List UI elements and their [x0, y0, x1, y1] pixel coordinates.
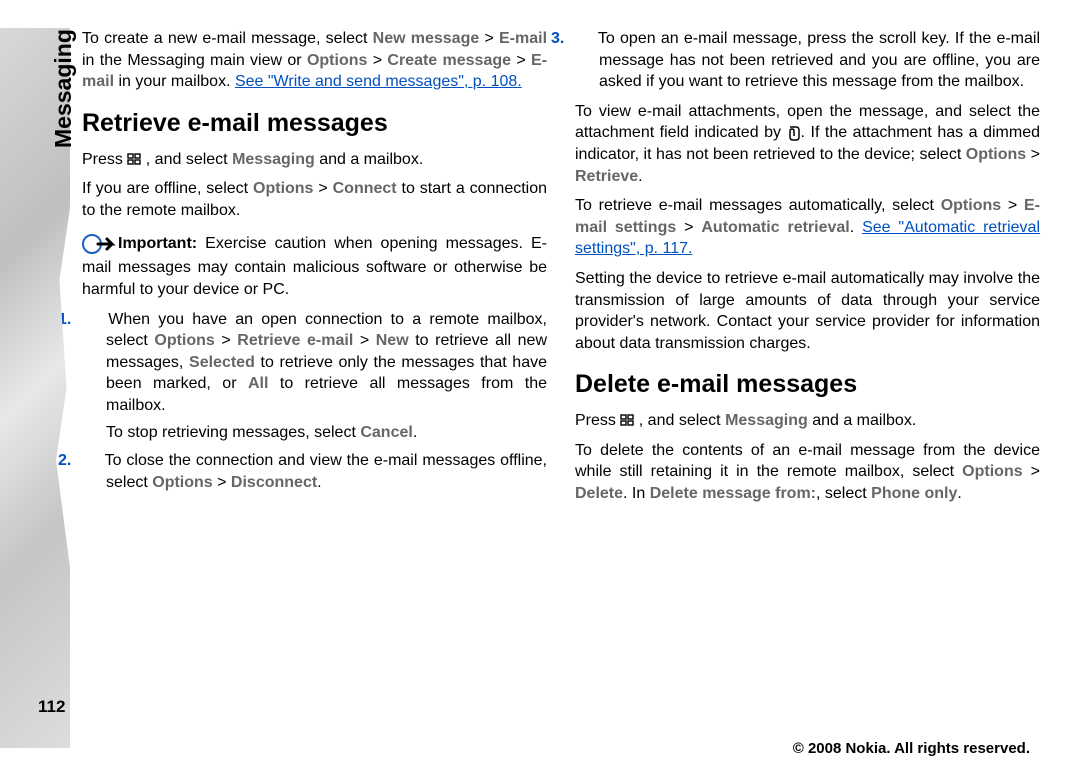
menu-key-icon — [620, 412, 634, 426]
list-item-1-sub: To stop retrieving messages, select Canc… — [82, 422, 547, 444]
paragraph-data-charges: Setting the device to retrieve e-mail au… — [575, 268, 1040, 354]
page-number: 112 — [38, 696, 65, 719]
heading-delete: Delete e-mail messages — [575, 368, 1040, 402]
paragraph-press-select: Press , and select Messaging and a mailb… — [82, 149, 547, 171]
list-number-2: 2. — [82, 450, 100, 472]
list-item-3: 3. To open an e-mail message, press the … — [575, 28, 1040, 93]
important-label: Important: — [118, 236, 197, 253]
paragraph-delete-contents: To delete the contents of an e-mail mess… — [575, 440, 1040, 505]
attachment-icon — [787, 125, 801, 141]
paragraph-create-message: To create a new e-mail message, select N… — [82, 28, 547, 93]
menu-key-icon — [127, 151, 141, 165]
paragraph-auto-retrieve: To retrieve e-mail messages automaticall… — [575, 195, 1040, 260]
important-note: Important: Exercise caution when opening… — [82, 231, 547, 300]
footer-copyright: © 2008 Nokia. All rights reserved. — [793, 739, 1030, 759]
link-write-send[interactable]: See "Write and send messages", p. 108. — [235, 73, 522, 90]
right-column: 3. To open an e-mail message, press the … — [575, 28, 1040, 759]
important-icon — [82, 231, 116, 257]
paragraph-attachments: To view e-mail attachments, open the mes… — [575, 101, 1040, 187]
section-title: Messaging — [48, 29, 79, 148]
heading-retrieve: Retrieve e-mail messages — [82, 107, 547, 141]
list-number-3: 3. — [575, 28, 593, 50]
left-column: To create a new e-mail message, select N… — [82, 28, 547, 759]
list-item-2: 2. To close the connection and view the … — [82, 450, 547, 493]
sidebar: Messaging 112 — [0, 28, 82, 759]
paragraph-offline: If you are offline, select Options > Con… — [82, 178, 547, 221]
list-item-1: 1. When you have an open connection to a… — [82, 309, 547, 417]
paragraph-press-select-2: Press , and select Messaging and a mailb… — [575, 410, 1040, 432]
manual-page: Messaging 112 To create a new e-mail mes… — [0, 0, 1080, 779]
list-number-1: 1. — [82, 309, 100, 331]
content-area: To create a new e-mail message, select N… — [82, 28, 1040, 759]
